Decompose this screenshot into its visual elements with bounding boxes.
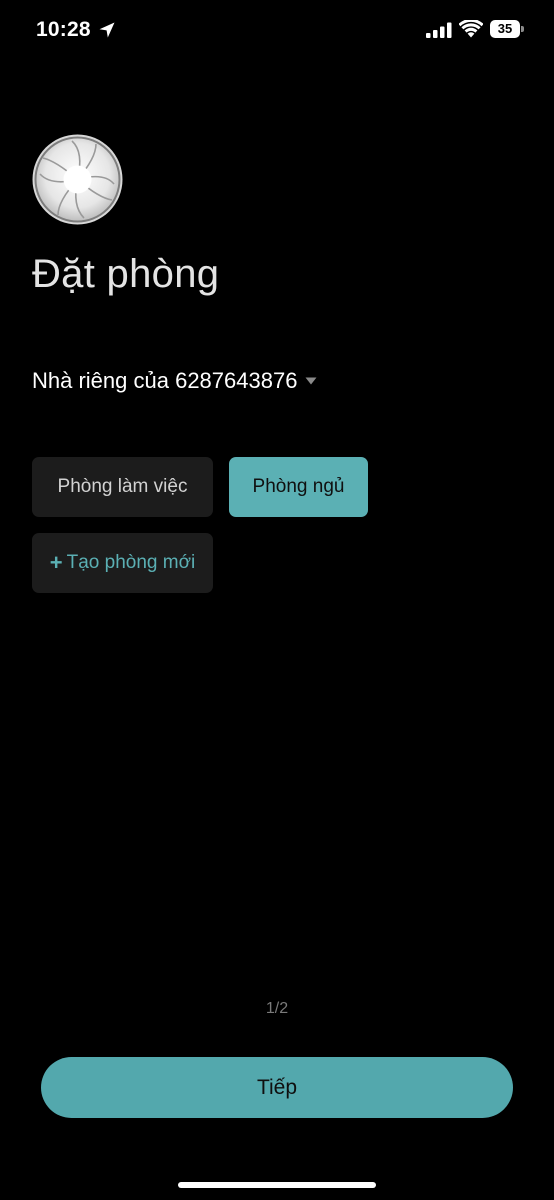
home-selector[interactable]: Nhà riêng của 6287643876 [32,366,317,396]
wifi-icon [459,20,483,38]
next-button-label: Tiếp [256,1075,298,1099]
chevron-down-icon [305,377,317,385]
home-indicator [178,1182,376,1188]
location-arrow-icon [99,22,115,38]
home-selector-label: Nhà riêng của 6287643876 [32,368,298,393]
room-chip-bedroom[interactable]: Phòng ngủ [229,457,368,517]
room-chip-label: Phòng ngủ [252,476,345,497]
status-bar: 10:28 35 [0,0,554,60]
next-button[interactable]: Tiếp [41,1057,513,1118]
room-chip-work[interactable]: Phòng làm việc [32,457,213,517]
battery-cap [521,26,524,32]
fan-icon [32,134,123,225]
cellular-signal-icon [426,22,452,38]
create-room-label: Tạo phòng mới [66,552,196,573]
room-chip-label: Phòng làm việc [57,476,188,497]
battery-icon: 35 [490,20,524,38]
plus-icon: + [49,550,63,575]
page-indicator: 1/2 [265,1000,289,1017]
battery-level: 35 [497,21,513,36]
page-title: Đặt phòng [32,252,220,296]
status-time: 10:28 [36,18,91,41]
create-room-button[interactable]: + Tạo phòng mới [32,533,213,593]
